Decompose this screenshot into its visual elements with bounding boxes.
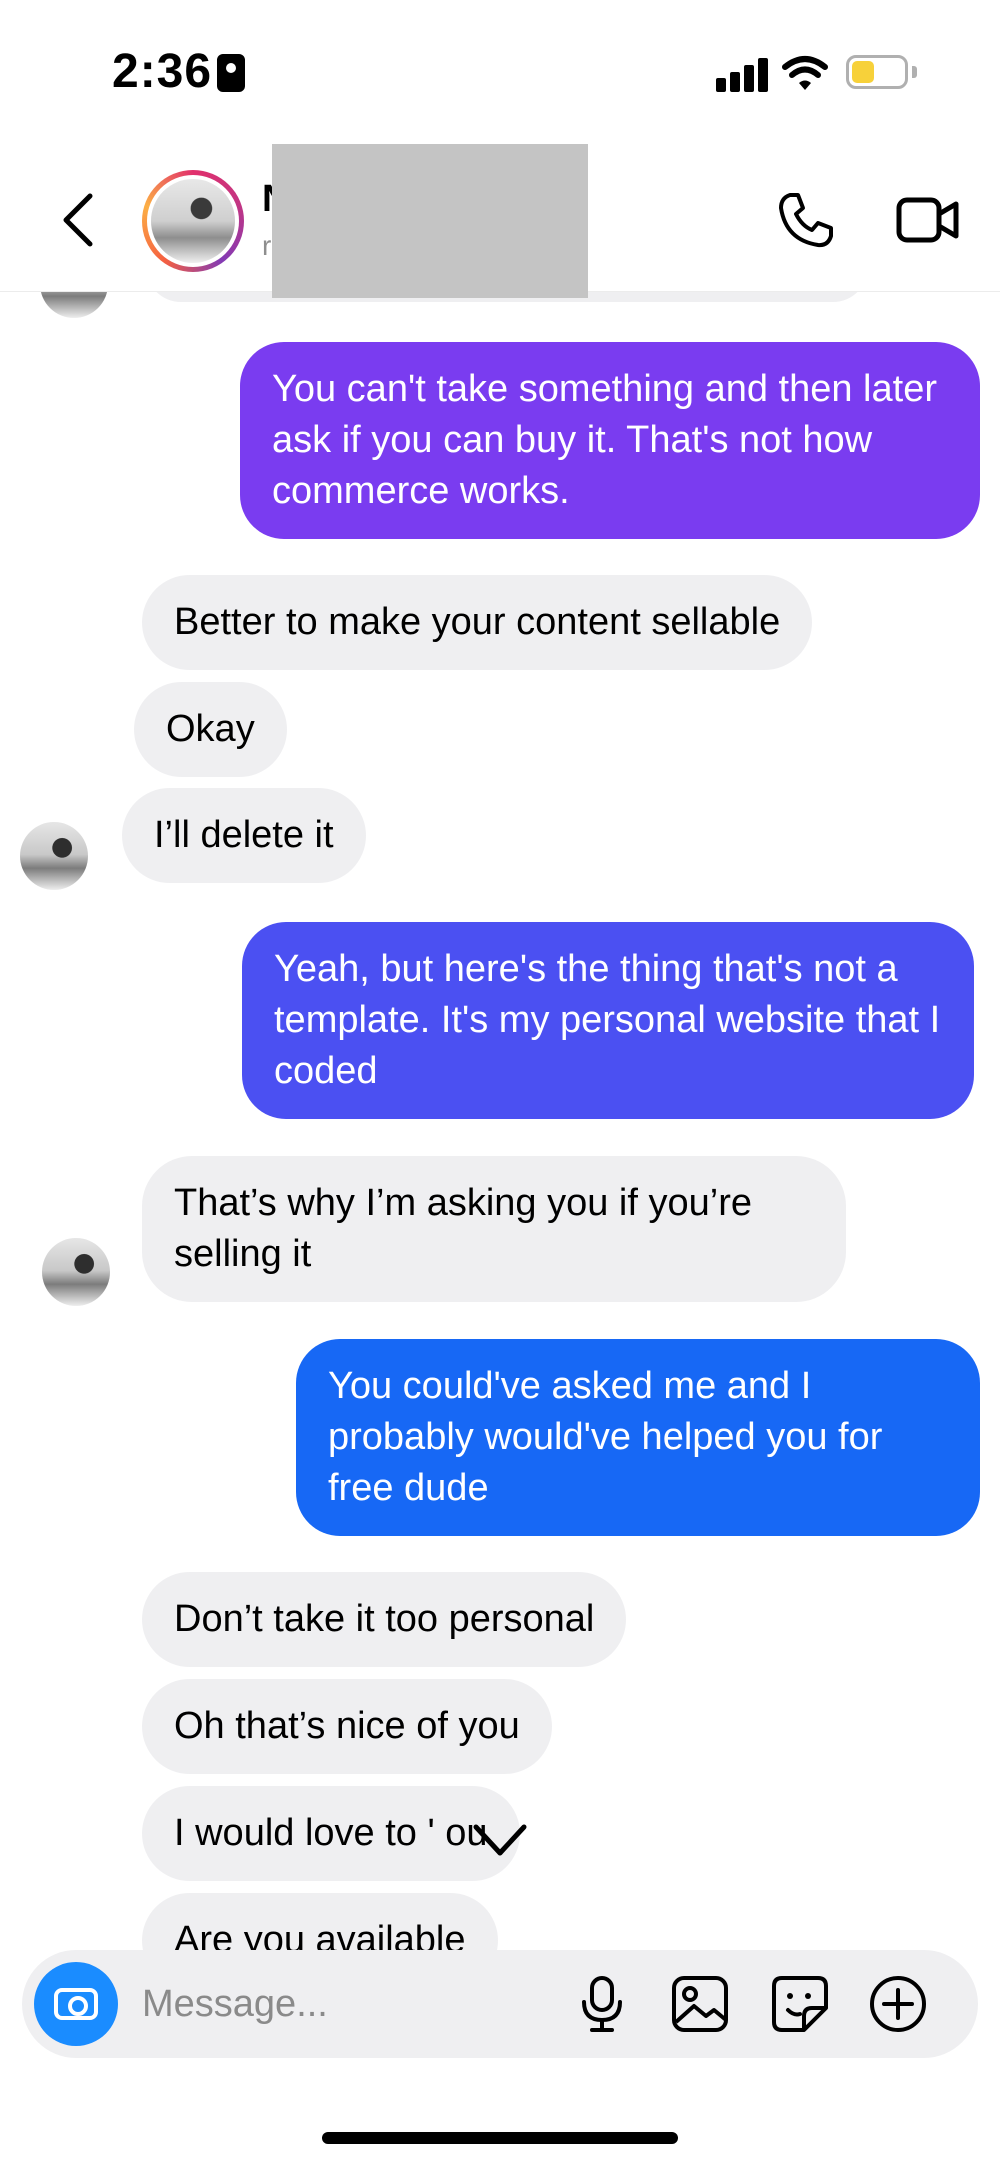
message-bubble-incoming[interactable]: That’s why I’m asking you if you’re sell… [142, 1156, 846, 1302]
microphone-icon[interactable] [570, 1972, 634, 2036]
message-text: You can't take something and then later … [272, 368, 937, 512]
message-bubble-incoming[interactable]: Are you available [142, 1893, 498, 1952]
sender-avatar [20, 822, 88, 890]
avatar-photo [151, 179, 235, 263]
message-bubble-outgoing[interactable]: You can't take something and then later … [240, 342, 980, 539]
message-input[interactable] [142, 1974, 562, 2034]
wifi-icon [782, 56, 828, 90]
message-bubble-incoming[interactable]: Okay [134, 682, 287, 777]
home-indicator [322, 2132, 678, 2144]
message-bubble-outgoing[interactable]: Yeah, but here's the thing that's not a … [242, 922, 974, 1119]
status-bar: 2:36 [0, 0, 1000, 150]
sender-avatar [40, 292, 108, 318]
message-thread[interactable]: You can't take something and then later … [0, 292, 1000, 1952]
message-text: Okay [166, 708, 255, 750]
image-icon[interactable] [668, 1972, 732, 2036]
battery-cap [912, 66, 917, 78]
video-camera-icon[interactable] [896, 192, 960, 248]
status-time: 2:36 [112, 45, 213, 98]
plus-circle-icon[interactable] [866, 1972, 930, 2036]
camera-icon[interactable] [34, 1962, 118, 2046]
battery-icon [846, 55, 908, 89]
chevron-left-icon[interactable] [58, 190, 98, 250]
contact-avatar[interactable] [142, 170, 244, 272]
message-text: Yeah, but here's the thing that's not a … [274, 948, 941, 1092]
message-bubble-incoming[interactable]: Oh that’s nice of you [142, 1679, 552, 1774]
chevron-down-icon[interactable] [466, 1815, 534, 1865]
message-bubble-incoming[interactable]: I’ll delete it [122, 788, 366, 883]
contact-username: r [262, 230, 272, 261]
chat-header: N r [0, 144, 1000, 298]
message-text: I would love to ' ou [174, 1812, 488, 1854]
battery-level [852, 61, 874, 83]
message-bubble-incoming[interactable]: Better to make your content sellable [142, 575, 813, 670]
message-text: Are you available [174, 1919, 466, 1952]
message-composer [22, 1950, 978, 2058]
redaction-block [272, 144, 588, 298]
cellular-signal-icon [716, 56, 768, 92]
message-text: Better to make your content sellable [174, 601, 781, 643]
message-bubble-outgoing[interactable]: You could've asked me and I probably wou… [296, 1339, 980, 1536]
sender-avatar [42, 1238, 110, 1306]
contact-card-icon [217, 54, 245, 92]
message-text: Don’t take it too personal [174, 1598, 595, 1640]
message-bubble-incoming[interactable]: I would love to ' ou [142, 1786, 520, 1881]
phone-icon[interactable] [776, 190, 836, 250]
message-text: That’s why I’m asking you if you’re sell… [174, 1182, 752, 1275]
sticker-icon[interactable] [768, 1972, 832, 2036]
message-text: Oh that’s nice of you [174, 1705, 520, 1747]
message-text: You could've asked me and I probably wou… [328, 1365, 883, 1509]
message-text: I’ll delete it [154, 814, 334, 856]
message-bubble-incoming[interactable]: Don’t take it too personal [142, 1572, 627, 1667]
